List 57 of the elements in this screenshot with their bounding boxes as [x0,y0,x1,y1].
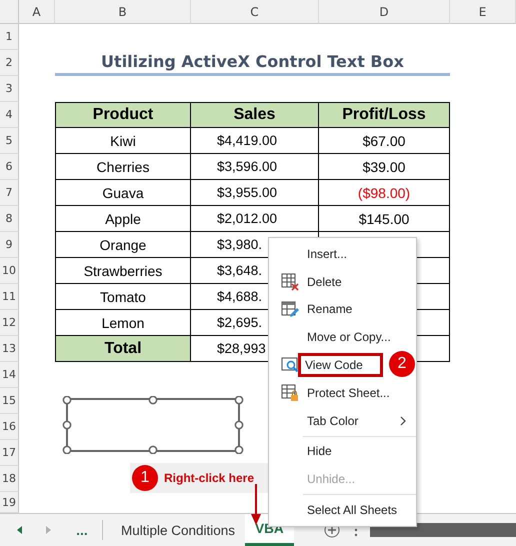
total-label: Total [55,336,191,362]
step-badge: 1 [132,465,158,491]
protect-sheet-icon [281,384,299,402]
row-header[interactable]: 17 [0,440,19,466]
table-cell: $67.00 [319,128,450,154]
table-cell: $3,596.00 [191,154,319,180]
row-header[interactable]: 10 [0,258,19,284]
column-header[interactable]: B [55,0,191,24]
row-header[interactable]: 12 [0,310,19,336]
sheet-title: Utilizing ActiveX Control Text Box [55,50,450,76]
row-header[interactable]: 1 [0,24,19,50]
row-header[interactable]: 11 [0,284,19,310]
table-cell: Guava [55,180,191,206]
table-cell: Orange [55,232,191,258]
submenu-chevron-icon [400,416,406,426]
more-sheets-button[interactable]: ... [70,522,94,538]
table-cell: $2,012.00 [191,206,319,232]
header-cell: Sales [191,102,319,128]
row-header[interactable]: 16 [0,414,19,440]
table-cell: $3,955.00 [191,180,319,206]
view-code-icon [281,356,299,374]
header-cell: Product [55,102,191,128]
row-header[interactable]: 9 [0,232,19,258]
rename-sheet-icon [281,300,299,319]
column-header[interactable]: E [450,0,516,24]
row-header[interactable]: 18 [0,466,19,492]
header-cell: Profit/Loss [319,102,450,128]
menu-item[interactable]: Hide [269,438,416,466]
row-header[interactable]: 6 [0,154,19,180]
column-header[interactable]: D [319,0,450,24]
table-cell: $145.00 [319,206,450,232]
table-cell: Kiwi [55,128,191,154]
row-header[interactable]: 8 [0,206,19,232]
table-cell: Strawberries [55,258,191,284]
table-cell: $4,419.00 [191,128,319,154]
row-header[interactable]: 15 [0,388,19,414]
row-header[interactable]: 5 [0,128,19,154]
row-header[interactable]: 2 [0,50,19,76]
row-header[interactable]: 13 [0,336,19,362]
menu-item[interactable]: Tab Color [269,406,416,435]
sheet-tab[interactable]: Multiple Conditions [111,514,246,546]
table-cell: ($98.00) [319,180,450,206]
row-header[interactable]: 14 [0,362,19,388]
menu-item[interactable]: Protect Sheet... [269,378,416,407]
column-header[interactable]: C [191,0,319,24]
table-cell: Tomato [55,284,191,310]
column-header[interactable]: A [19,0,55,24]
row-header[interactable]: 4 [0,102,19,128]
delete-sheet-icon [281,272,299,291]
callout-text: Right-click here [164,471,254,485]
row-header[interactable]: 7 [0,180,19,206]
horizontal-scrollbar[interactable] [370,523,516,537]
row-header[interactable]: 19 [0,492,19,513]
table-cell: $39.00 [319,154,450,180]
table-cell: Apple [55,206,191,232]
table-cell: Cherries [55,154,191,180]
row-header[interactable]: 3 [0,76,19,102]
